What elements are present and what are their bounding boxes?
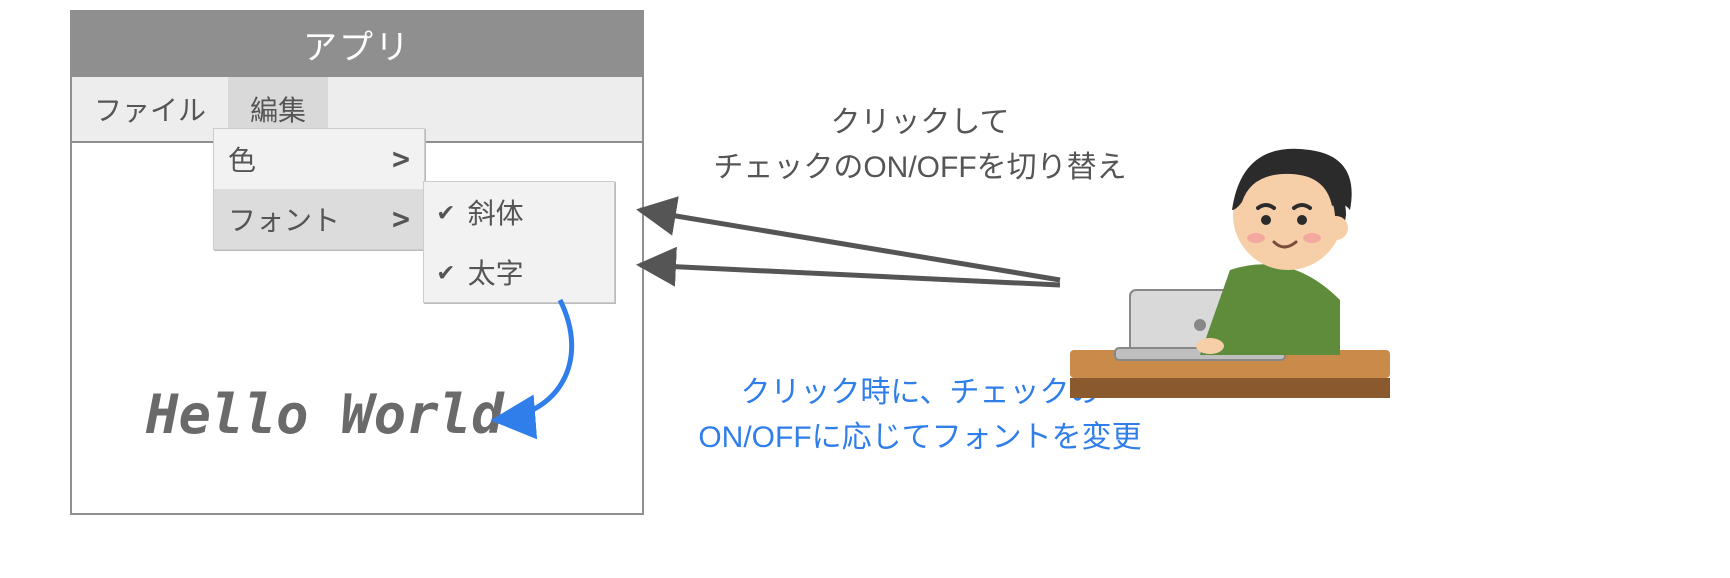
display-text: Hello World [146, 383, 504, 446]
person-illustration [1060, 120, 1400, 420]
font-bold-label: 太字 [468, 252, 524, 292]
font-bold-item[interactable]: ✔ 太字 [424, 242, 614, 302]
annotation-bottom-line1: クリック時に、チェックの [740, 376, 1099, 409]
chevron-right-icon: > [392, 142, 410, 177]
submenu-edit: 色 > フォント > [213, 128, 425, 250]
check-icon: ✔ [438, 257, 454, 287]
annotation-top-line1: クリックして [830, 106, 1009, 139]
font-italic-item[interactable]: ✔ 斜体 [424, 182, 614, 242]
submenu-color[interactable]: 色 > [214, 129, 424, 189]
annotation-bottom-line2: ON/OFFに応じてフォントを変更 [698, 421, 1141, 454]
title-text: アプリ [303, 29, 411, 67]
chevron-right-icon: > [392, 202, 410, 237]
submenu-color-label: 色 [228, 139, 256, 179]
check-icon: ✔ [438, 197, 454, 227]
font-italic-label: 斜体 [468, 192, 524, 232]
submenu-font-label: フォント [228, 199, 340, 239]
titlebar: アプリ [72, 12, 642, 77]
submenu-font-options: ✔ 斜体 ✔ 太字 [423, 181, 615, 303]
submenu-font[interactable]: フォント > [214, 189, 424, 249]
pointer-arrow-bold [640, 265, 1060, 285]
pointer-arrow-italic [640, 210, 1060, 280]
menu-file[interactable]: ファイル [72, 77, 228, 141]
